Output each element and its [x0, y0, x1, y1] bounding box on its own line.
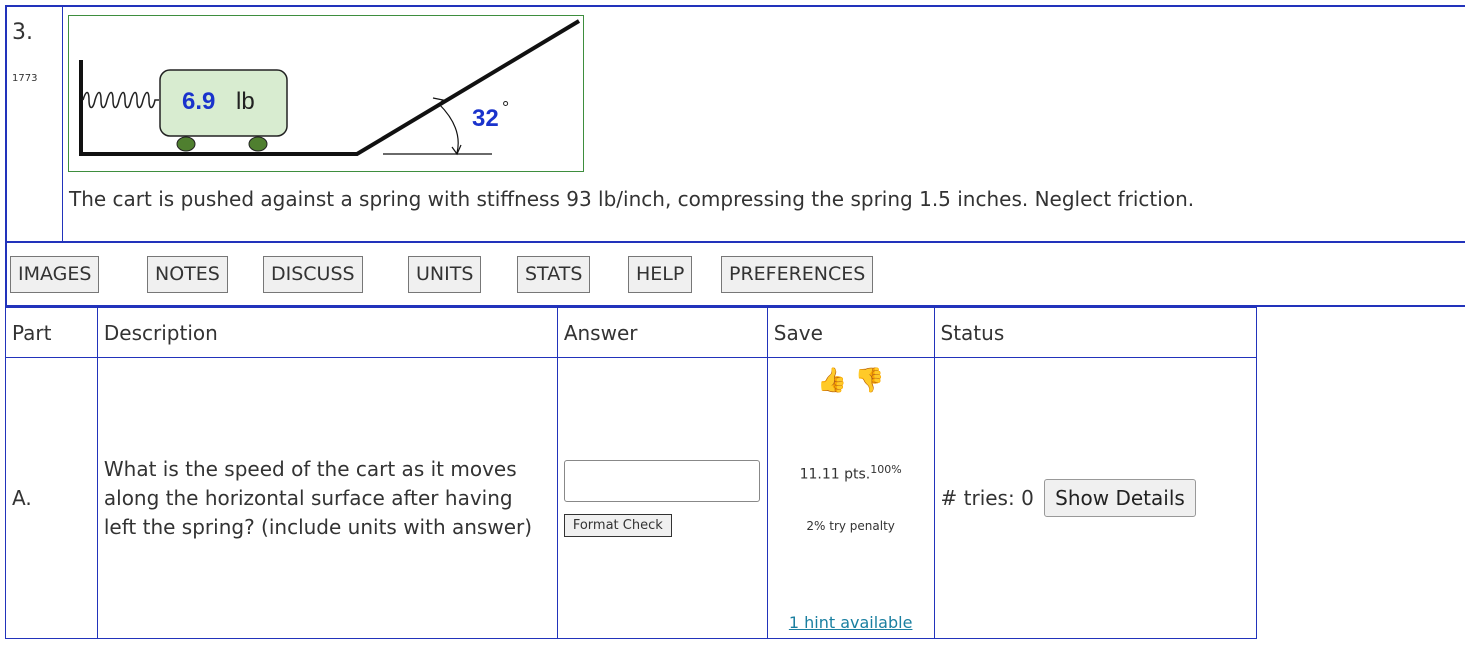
angle-value: 32 — [472, 105, 499, 132]
angle-arc — [438, 103, 459, 154]
spring-icon — [82, 91, 159, 109]
header-part: Part — [5, 307, 98, 358]
cart-spring-diagram: 6.9 lb 32 ° — [79, 19, 581, 156]
answer-cell: Format Check — [556, 357, 768, 639]
try-penalty: 2% try penalty — [806, 518, 895, 533]
tries-count: # tries: 0 — [940, 486, 1034, 510]
thumbs-up-icon[interactable]: 👍 — [817, 366, 847, 394]
save-cell: 👍 👎 11.11 pts.100% 2% try penalty 1 hint… — [766, 357, 935, 639]
weight-unit: lb — [236, 88, 255, 115]
part-label: A. — [5, 357, 98, 639]
ground-and-ramp — [79, 19, 581, 156]
problem-number: 3. — [12, 20, 33, 45]
show-details-button[interactable]: Show Details — [1044, 479, 1196, 517]
weight-value: 6.9 — [182, 88, 215, 115]
cart-body — [159, 69, 288, 137]
cart-wheel — [176, 136, 196, 152]
header-answer: Answer — [556, 307, 768, 358]
help-button[interactable]: HELP — [628, 256, 693, 293]
problem-id: 1773 — [12, 73, 38, 84]
hint-link[interactable]: 1 hint available — [768, 613, 934, 632]
problem-description: The cart is pushed against a spring with… — [69, 187, 1195, 211]
units-button[interactable]: UNITS — [408, 256, 482, 293]
format-check-button[interactable]: Format Check — [563, 513, 672, 537]
table-header-row: Part Description Answer Save Status — [5, 307, 1258, 358]
stats-button[interactable]: STATS — [517, 256, 591, 293]
points-value: 11.11 pts.100% — [768, 463, 934, 483]
notes-button[interactable]: NOTES — [147, 256, 228, 293]
problem-number-cell: 3. 1773 — [7, 7, 63, 243]
points-label: 11.11 pts. — [799, 466, 871, 483]
points-percent: 100% — [870, 463, 902, 477]
status-cell: # tries: 0 Show Details — [933, 357, 1258, 639]
problem-toolbar: IMAGES NOTES DISCUSS UNITS STATS HELP PR… — [5, 243, 1465, 307]
header-save: Save — [766, 307, 935, 358]
question-cell: What is the speed of the cart as it move… — [96, 357, 558, 639]
cart-wheel — [248, 136, 268, 152]
thumbs-down-icon[interactable]: 👎 — [854, 366, 884, 394]
answer-input[interactable] — [563, 459, 760, 502]
table-row: A. What is the speed of the cart as it m… — [5, 357, 1258, 639]
answer-table: Part Description Answer Save Status A. W… — [5, 307, 1258, 639]
angle-unit: ° — [502, 98, 509, 118]
problem-block: 3. 1773 6.9 lb 32 ° The cart is pushed a… — [5, 5, 1465, 243]
problem-figure: 6.9 lb 32 ° — [68, 15, 584, 172]
arrowhead-icon — [451, 144, 462, 156]
discuss-button[interactable]: DISCUSS — [263, 256, 363, 293]
rating-icons: 👍 👎 — [768, 366, 934, 394]
question-text: What is the speed of the cart as it move… — [103, 456, 533, 539]
preferences-button[interactable]: PREFERENCES — [721, 256, 874, 293]
header-status: Status — [933, 307, 1258, 358]
header-description: Description — [96, 307, 558, 358]
images-button[interactable]: IMAGES — [10, 256, 100, 293]
